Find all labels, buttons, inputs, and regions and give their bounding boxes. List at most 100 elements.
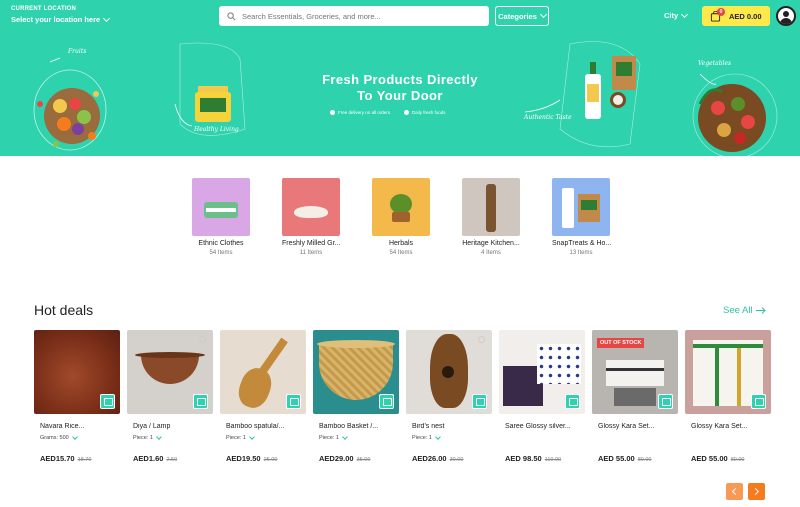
variant-selector[interactable]: Piece: 1 <box>313 434 399 442</box>
add-to-cart-icon[interactable] <box>193 394 208 409</box>
product-card[interactable]: Saree Glossy silver... AED 98.50 110.00 <box>499 330 585 463</box>
product-image <box>685 330 771 414</box>
out-of-stock-badge: OUT OF STOCK <box>597 338 645 348</box>
category-count: 13 Items <box>569 250 593 256</box>
variant-selector[interactable]: Grams: 500 <box>34 434 120 442</box>
search-bar[interactable] <box>219 6 489 26</box>
variant-label: Piece: 1 <box>226 435 246 441</box>
banner-features: Free delivery on all orders Daily fresh … <box>330 110 446 115</box>
carousel-prev-button[interactable] <box>726 483 743 500</box>
vegetables-tag: Vegetables <box>698 60 732 67</box>
product-card[interactable]: Bamboo Basket /... Piece: 1 AED29.00 35.0… <box>313 330 399 463</box>
fresh-food-icon <box>404 110 410 115</box>
category-name: Heritage Kitchen... <box>462 240 520 247</box>
product-name: Saree Glossy silver... <box>505 423 571 430</box>
banner-title: Fresh Products Directly To Your Door <box>300 72 500 104</box>
product-image <box>499 330 585 414</box>
product-price: AED 55.00 <box>691 454 728 463</box>
category-card[interactable]: Heritage Kitchen... 4 Items <box>462 178 520 256</box>
product-price: AED15.70 <box>40 454 75 463</box>
chevron-left-icon <box>731 487 740 496</box>
product-price: AED29.00 <box>319 454 354 463</box>
add-to-cart-icon[interactable] <box>565 394 580 409</box>
product-image <box>406 330 492 414</box>
product-price-row: AED 55.00 80.00 <box>592 454 678 463</box>
chevron-down-icon <box>71 434 78 440</box>
product-card[interactable]: Bird's nest Piece: 1 AED26.00 30.00 <box>406 330 492 463</box>
category-card[interactable]: SnapTreats & Ho... 13 Items <box>552 178 612 256</box>
product-price-row: AED 98.50 110.00 <box>499 454 585 463</box>
product-card[interactable]: Bamboo spatula/... Piece: 1 AED19.50 25.0… <box>220 330 306 463</box>
product-image <box>127 330 213 414</box>
category-count: 4 Items <box>481 250 501 256</box>
product-price: AED1.60 <box>133 454 164 463</box>
chevron-down-icon <box>156 434 162 440</box>
add-to-cart-icon[interactable] <box>472 394 487 409</box>
product-price-row: AED26.00 30.00 <box>406 454 492 463</box>
cart-button[interactable]: 0 AED 0.00 <box>702 6 770 26</box>
category-card[interactable]: Ethnic Clothes 54 Items <box>192 178 250 256</box>
add-to-cart-icon[interactable] <box>100 394 115 409</box>
see-all-link[interactable]: See All <box>723 305 766 316</box>
banner-title-line2: To Your Door <box>357 88 443 103</box>
wishlist-icon[interactable] <box>199 336 206 343</box>
carousel-next-button[interactable] <box>748 483 765 500</box>
add-to-cart-icon[interactable] <box>751 394 766 409</box>
product-name: Bird's nest <box>412 423 445 430</box>
product-old-price: 80.00 <box>730 457 745 463</box>
product-price-row: AED29.00 35.00 <box>313 454 399 463</box>
product-old-price: 2.50 <box>166 457 178 463</box>
authentic-taste-tag: Authentic Taste <box>524 114 572 121</box>
search-input[interactable] <box>242 11 472 21</box>
product-old-price: 18.70 <box>77 457 92 463</box>
product-old-price: 25.00 <box>263 457 278 463</box>
product-price-row: AED19.50 25.00 <box>220 454 306 463</box>
variant-label: Piece: 1 <box>412 435 432 441</box>
categories-dropdown[interactable]: Categories <box>495 6 549 26</box>
variant-label: Piece: 1 <box>133 435 153 441</box>
categories-label: Categories <box>498 11 537 21</box>
variant-selector <box>592 434 678 442</box>
chevron-down-icon <box>103 14 111 22</box>
add-to-cart-icon[interactable] <box>286 394 301 409</box>
category-image <box>192 178 250 236</box>
product-card[interactable]: Navara Rice... Grams: 500 AED15.70 18.70 <box>34 330 120 463</box>
chevron-down-icon <box>539 10 547 19</box>
product-name: Diya / Lamp <box>133 423 171 430</box>
hot-deals-title: Hot deals <box>34 302 94 318</box>
variant-selector[interactable]: Piece: 1 <box>220 434 306 442</box>
healthy-living-tag: Healthy Living <box>194 126 239 133</box>
product-image <box>220 330 306 414</box>
city-dropdown[interactable]: City <box>664 10 689 20</box>
location-label: CURRENT LOCATION <box>11 6 77 12</box>
chevron-down-icon <box>249 434 255 440</box>
banner-feature-fresh: Daily fresh foods <box>412 110 446 115</box>
product-card[interactable]: Glossy Kara Set... AED 55.00 80.00 <box>685 330 771 463</box>
category-name: Herbals <box>388 240 414 247</box>
location-selector[interactable]: CURRENT LOCATION Select your location he… <box>11 6 111 24</box>
category-card[interactable]: Freshly Milled Gr... 11 Items <box>282 178 340 256</box>
location-value: Select your location here <box>11 15 101 24</box>
user-avatar[interactable] <box>776 6 796 26</box>
variant-selector[interactable]: Piece: 1 <box>127 434 213 442</box>
category-count: 54 Items <box>209 250 233 256</box>
product-old-price: 35.00 <box>356 457 371 463</box>
category-count: 54 Items <box>389 250 413 256</box>
product-list: Navara Rice... Grams: 500 AED15.70 18.70 … <box>34 330 771 463</box>
product-name: Bamboo Basket /... <box>319 423 379 430</box>
product-card[interactable]: OUT OF STOCK Glossy Kara Set... AED 55.0… <box>592 330 678 463</box>
add-to-cart-icon[interactable] <box>658 394 673 409</box>
add-to-cart-icon[interactable] <box>379 394 394 409</box>
chevron-down-icon <box>342 434 348 440</box>
wishlist-icon[interactable] <box>478 336 485 343</box>
product-card[interactable]: Diya / Lamp Piece: 1 AED1.60 2.50 <box>127 330 213 463</box>
category-name: SnapTreats & Ho... <box>552 240 612 247</box>
product-name: Navara Rice... <box>40 423 85 430</box>
product-price-row: AED 55.00 80.00 <box>685 454 771 463</box>
variant-selector[interactable]: Piece: 1 <box>406 434 492 442</box>
chevron-right-icon <box>751 487 760 496</box>
product-old-price: 110.00 <box>544 457 562 463</box>
product-price-row: AED15.70 18.70 <box>34 454 120 463</box>
category-card[interactable]: Herbals 54 Items <box>372 178 430 256</box>
category-count: 11 Items <box>299 250 323 256</box>
